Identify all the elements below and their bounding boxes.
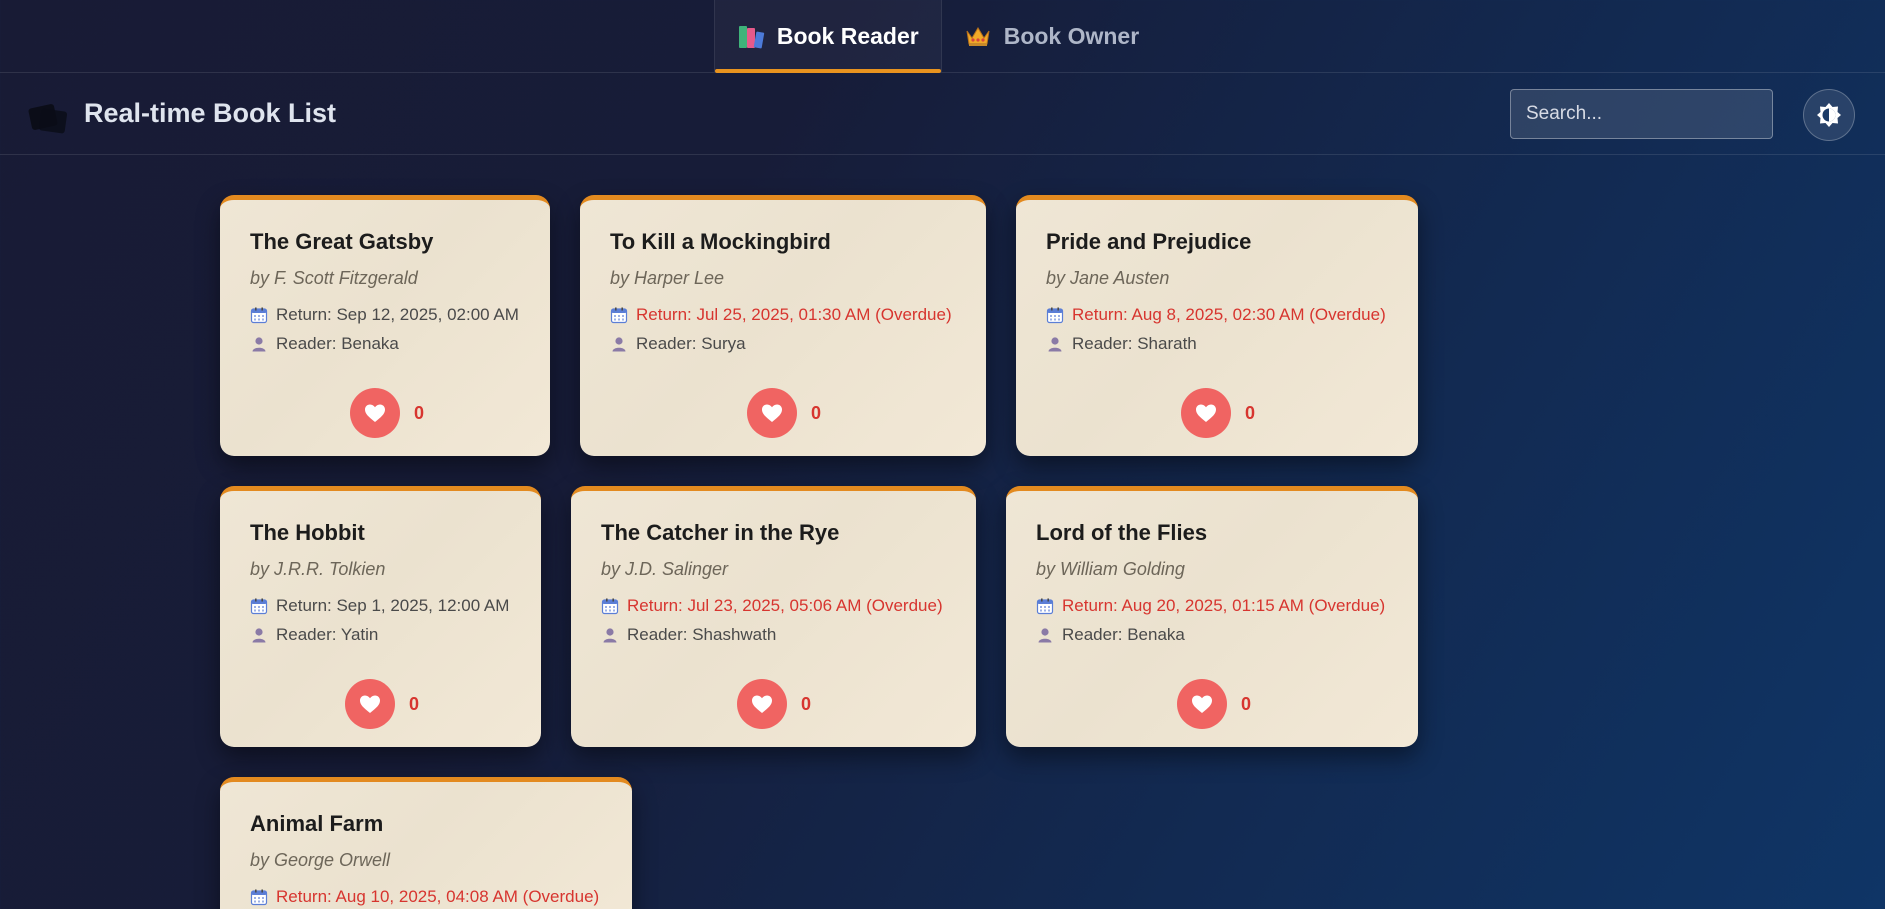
book-author: by Jane Austen — [1046, 268, 1170, 288]
reader-info: Reader: Shashwath — [601, 625, 776, 645]
book-card[interactable]: The Catcher in the Rye by J.D. Salinger R… — [571, 486, 976, 747]
return-date-text: Return: Sep 12, 2025, 02:00 AM — [276, 305, 519, 324]
search-input[interactable] — [1510, 89, 1773, 139]
like-control: 0 — [737, 679, 811, 729]
calendar-icon — [610, 306, 628, 324]
return-date: Return: Jul 23, 2025, 05:06 AM (Overdue) — [601, 596, 943, 616]
book-card[interactable]: The Great Gatsby by F. Scott Fitzgerald R… — [220, 195, 550, 456]
tab-label: Book Owner — [1003, 22, 1140, 49]
calendar-icon — [1046, 306, 1064, 324]
calendar-icon — [601, 597, 619, 615]
return-date-text: Return: Aug 8, 2025, 02:30 AM (Overdue) — [1072, 305, 1386, 324]
brightness-icon — [1817, 103, 1841, 127]
tab-label: Book Reader — [776, 22, 919, 49]
like-count: 0 — [801, 693, 812, 714]
heart-icon — [1194, 401, 1218, 425]
books-icon — [737, 22, 765, 50]
like-button[interactable] — [1181, 388, 1231, 438]
reader-name: Reader: Yatin — [276, 625, 379, 644]
calendar-icon — [1036, 597, 1054, 615]
book-author: by J.D. Salinger — [601, 559, 729, 579]
heart-icon — [760, 401, 784, 425]
book-card[interactable]: Lord of the Flies by William Golding Retu… — [1006, 486, 1418, 747]
heart-icon — [1190, 692, 1214, 716]
like-count: 0 — [414, 402, 425, 423]
like-control: 0 — [747, 388, 821, 438]
reader-info: Reader: Benaka — [1036, 625, 1185, 645]
like-button[interactable] — [350, 388, 400, 438]
reader-name: Reader: Surya — [636, 334, 746, 353]
person-icon — [1046, 335, 1064, 353]
tab-book-owner[interactable]: Book Owner — [942, 0, 1161, 72]
person-icon — [250, 626, 268, 644]
return-date: Return: Aug 20, 2025, 01:15 AM (Overdue) — [1036, 596, 1385, 616]
calendar-icon — [250, 597, 268, 615]
book-card[interactable]: Pride and Prejudice by Jane Austen Return… — [1016, 195, 1418, 456]
return-date: Return: Sep 12, 2025, 02:00 AM — [250, 305, 519, 325]
book-title: The Hobbit — [250, 520, 365, 545]
return-date: Return: Sep 1, 2025, 12:00 AM — [250, 596, 509, 616]
person-icon — [601, 626, 619, 644]
book-author: by William Golding — [1036, 559, 1185, 579]
return-date: Return: Jul 25, 2025, 01:30 AM (Overdue) — [610, 305, 952, 325]
like-control: 0 — [350, 388, 424, 438]
book-author: by J.R.R. Tolkien — [250, 559, 386, 579]
reader-info: Reader: Surya — [610, 334, 746, 354]
book-author: by F. Scott Fitzgerald — [250, 268, 418, 288]
book-title: To Kill a Mockingbird — [610, 229, 831, 254]
like-button[interactable] — [747, 388, 797, 438]
reader-name: Reader: Sharath — [1072, 334, 1197, 353]
heart-icon — [358, 692, 382, 716]
page-title: Real-time Book List — [84, 98, 337, 128]
person-icon — [1036, 626, 1054, 644]
reader-name: Reader: Benaka — [276, 334, 399, 353]
return-date-text: Return: Sep 1, 2025, 12:00 AM — [276, 596, 510, 615]
like-control: 0 — [1177, 679, 1251, 729]
return-date-text: Return: Aug 20, 2025, 01:15 AM (Overdue) — [1062, 596, 1386, 615]
calendar-icon — [250, 888, 268, 906]
person-icon — [610, 335, 628, 353]
role-tab-bar: Book Reader Book Owner — [0, 0, 1885, 73]
return-date-text: Return: Jul 23, 2025, 05:06 AM (Overdue) — [627, 596, 943, 615]
books-icon — [27, 100, 68, 134]
return-date: Return: Aug 8, 2025, 02:30 AM (Overdue) — [1046, 305, 1386, 325]
book-author: by Harper Lee — [610, 268, 725, 288]
heart-icon — [750, 692, 774, 716]
reader-info: Reader: Sharath — [1046, 334, 1197, 354]
reader-name: Reader: Shashwath — [627, 625, 777, 644]
calendar-icon — [250, 306, 268, 324]
person-icon — [250, 335, 268, 353]
like-count: 0 — [1241, 693, 1252, 714]
book-card[interactable]: Animal Farm by George Orwell Return: Aug … — [220, 777, 632, 909]
reader-name: Reader: Benaka — [1062, 625, 1185, 644]
reader-info: Reader: Yatin — [250, 625, 378, 645]
book-title: The Catcher in the Rye — [601, 520, 840, 545]
book-title: Lord of the Flies — [1036, 520, 1208, 545]
like-count: 0 — [1245, 402, 1256, 423]
like-control: 0 — [1181, 388, 1255, 438]
return-date-text: Return: Aug 10, 2025, 04:08 AM (Overdue) — [276, 887, 600, 906]
return-date-text: Return: Jul 25, 2025, 01:30 AM (Overdue) — [636, 305, 952, 324]
page-header: Real-time Book List — [0, 74, 1885, 155]
like-count: 0 — [811, 402, 822, 423]
book-card[interactable]: To Kill a Mockingbird by Harper Lee Retur… — [580, 195, 986, 456]
reader-info: Reader: Benaka — [250, 334, 399, 354]
crown-icon — [964, 22, 992, 50]
tab-book-reader[interactable]: Book Reader — [713, 0, 942, 73]
like-count: 0 — [409, 693, 420, 714]
book-title: Animal Farm — [250, 811, 384, 836]
heart-icon — [363, 401, 387, 425]
book-title: Pride and Prejudice — [1046, 229, 1252, 254]
like-button[interactable] — [737, 679, 787, 729]
like-button[interactable] — [345, 679, 395, 729]
book-author: by George Orwell — [250, 850, 391, 870]
theme-toggle-button[interactable] — [1803, 89, 1855, 141]
book-card[interactable]: The Hobbit by J.R.R. Tolkien Return: Sep … — [220, 486, 541, 747]
like-control: 0 — [345, 679, 419, 729]
return-date: Return: Aug 10, 2025, 04:08 AM (Overdue) — [250, 887, 599, 907]
like-button[interactable] — [1177, 679, 1227, 729]
book-title: The Great Gatsby — [250, 229, 434, 254]
